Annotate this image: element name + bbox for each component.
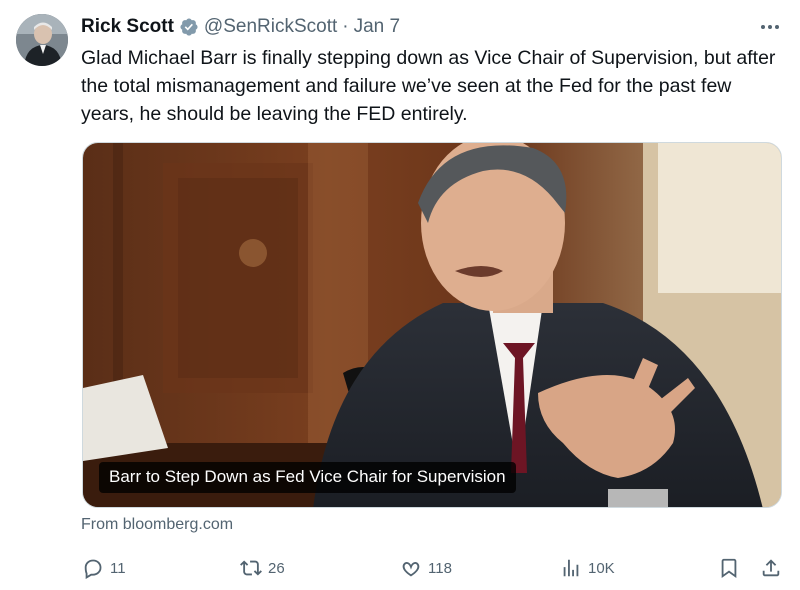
link-headline: Barr to Step Down as Fed Vice Chair for …	[99, 462, 516, 493]
bookmark-button[interactable]	[718, 554, 740, 582]
repost-button[interactable]: 26	[240, 554, 285, 582]
tweet-text: Glad Michael Barr is finally stepping do…	[81, 47, 776, 125]
avatar[interactable]	[16, 14, 68, 66]
reply-button[interactable]: 11	[82, 554, 126, 582]
separator-dot: ·	[342, 16, 349, 37]
action-bar: 11 26 118 10K	[0, 554, 800, 582]
reply-icon	[82, 557, 104, 579]
heart-icon	[400, 557, 422, 579]
bookmark-icon	[718, 557, 740, 579]
link-source[interactable]: From bloomberg.com	[81, 516, 233, 534]
author-handle[interactable]: @SenRickScott	[204, 16, 337, 38]
views-button[interactable]: 10K	[560, 554, 615, 582]
verified-badge-icon[interactable]	[179, 17, 199, 37]
tweet-date[interactable]: Jan 7	[354, 16, 400, 38]
reply-count: 11	[110, 559, 126, 577]
like-button[interactable]: 118	[400, 554, 452, 582]
views-count: 10K	[588, 559, 615, 577]
repost-count: 26	[268, 559, 285, 577]
share-button[interactable]	[760, 554, 782, 582]
repost-icon	[240, 557, 262, 579]
share-icon	[760, 557, 782, 579]
author-name[interactable]: Rick Scott	[81, 16, 174, 38]
link-card-image[interactable]: Barr to Step Down as Fed Vice Chair for …	[82, 142, 782, 508]
more-options-icon[interactable]	[758, 16, 782, 38]
like-count: 118	[428, 559, 452, 577]
views-icon	[560, 557, 582, 579]
tweet-header: Rick Scott @SenRickScott · Jan 7	[81, 14, 400, 40]
